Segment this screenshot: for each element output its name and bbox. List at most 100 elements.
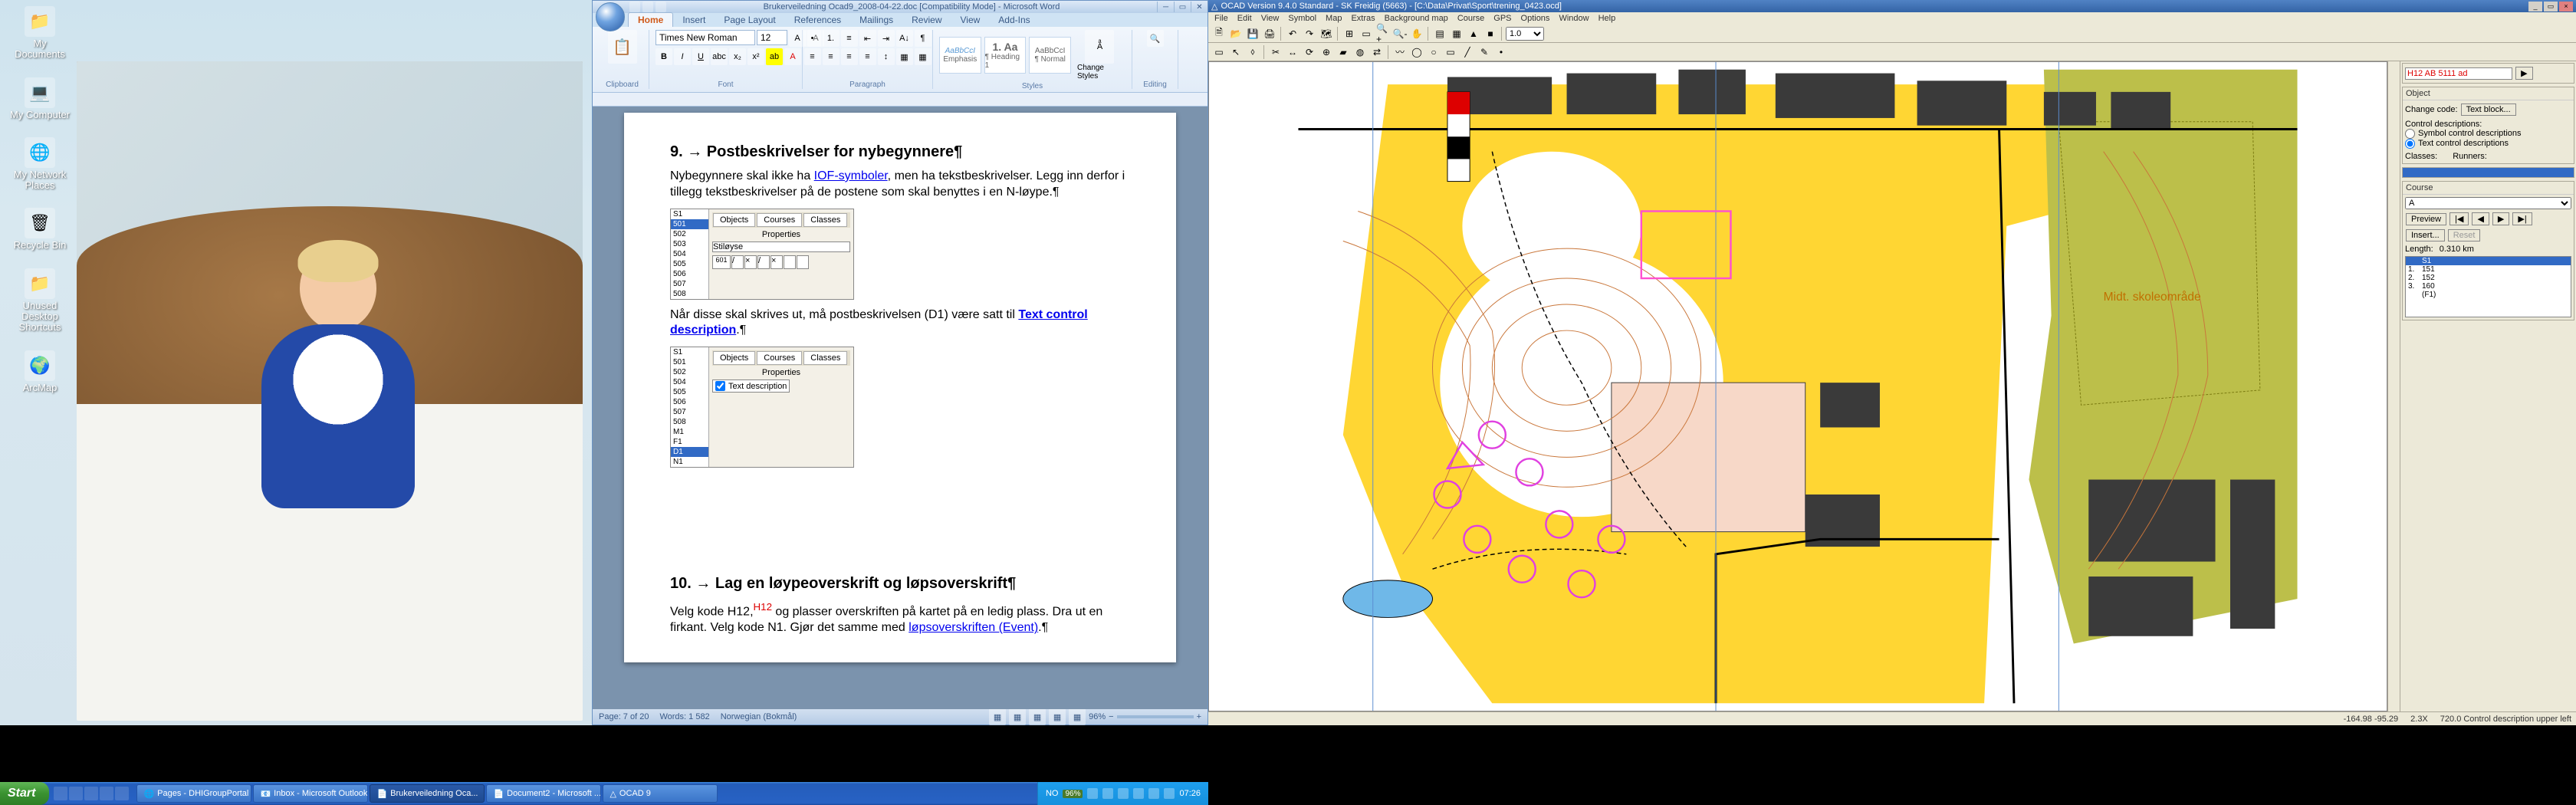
code-box[interactable]: 601	[712, 255, 731, 269]
task-ocad[interactable]: △OCAD 9	[603, 784, 718, 803]
tray-network-icon[interactable]	[1102, 788, 1113, 799]
pan-icon[interactable]: ✋	[1409, 26, 1424, 41]
minimize-button[interactable]: _	[2528, 2, 2542, 12]
minimize-button[interactable]: ─	[1157, 2, 1174, 12]
rect-icon[interactable]: ▭	[1443, 44, 1458, 60]
restore-button[interactable]: ▭	[2544, 2, 2558, 12]
radio-text-cd[interactable]: Text control descriptions	[2405, 139, 2571, 149]
document-page[interactable]: 9. → Postbeskrivelser for nybegynnere¶ N…	[624, 113, 1176, 662]
tab-view[interactable]: View	[951, 13, 990, 27]
change-styles-button[interactable]: Aͣ	[1085, 30, 1114, 64]
prev-button[interactable]: ◀	[2472, 212, 2489, 225]
align-left[interactable]: ≡	[804, 48, 821, 65]
tray-battery-icon[interactable]	[1133, 788, 1144, 799]
clock[interactable]: 07:26	[1179, 789, 1201, 798]
move-tool-icon[interactable]: ↔	[1285, 44, 1300, 60]
style-emphasis[interactable]: AaBbCcIEmphasis	[939, 37, 981, 74]
strike-button[interactable]: abc	[711, 48, 728, 65]
start-button[interactable]: Start	[0, 782, 49, 805]
tab-courses-2[interactable]: Courses	[757, 351, 802, 365]
fill-icon[interactable]: ▰	[1336, 44, 1351, 60]
fit-icon[interactable]: ⊞	[1342, 26, 1357, 41]
next-button[interactable]: ▶	[2492, 212, 2509, 225]
tab-review[interactable]: Review	[902, 13, 951, 27]
map-icon[interactable]: 🗺	[1319, 26, 1334, 41]
symbol-table-icon[interactable]: ▦	[1449, 26, 1464, 41]
underline-button[interactable]: U	[692, 48, 709, 65]
numbering-button[interactable]: 1.	[823, 30, 840, 47]
edit-point-icon[interactable]: ⬨	[1245, 44, 1260, 60]
menu-symbol[interactable]: Symbol	[1288, 14, 1316, 23]
tab-objects[interactable]: Objects	[713, 213, 755, 227]
control-list[interactable]: S1 1.151 2.152 3.160 (F1)	[2405, 256, 2571, 317]
borders-button[interactable]: ▦	[915, 48, 932, 65]
icon-recycle-bin[interactable]: 🗑Recycle Bin	[9, 208, 71, 251]
freehand-icon[interactable]: ✎	[1477, 44, 1492, 60]
undo-icon[interactable]	[642, 2, 653, 12]
view-print-layout[interactable]: ▦	[989, 708, 1006, 725]
link-event[interactable]: løpsoverskriften (Event)	[909, 621, 1038, 634]
menu-gps[interactable]: GPS	[1493, 14, 1511, 23]
tab-objects-2[interactable]: Objects	[713, 351, 755, 365]
first-button[interactable]: |◀	[2450, 212, 2469, 225]
point-icon[interactable]: •	[1493, 44, 1509, 60]
select-icon[interactable]: ▭	[1211, 44, 1227, 60]
system-tray[interactable]: NO 96% 07:26	[1037, 782, 1208, 805]
ql-word-icon[interactable]	[115, 787, 129, 800]
tray-updates-icon[interactable]	[1148, 788, 1159, 799]
tray-shield-icon[interactable]	[1118, 788, 1129, 799]
menu-extras[interactable]: Extras	[1351, 14, 1375, 23]
divider-bar[interactable]	[2402, 167, 2574, 178]
zoom-full-icon[interactable]: ▭	[1359, 26, 1374, 41]
reverse-icon[interactable]: ⇄	[1369, 44, 1385, 60]
style-heading1[interactable]: 1. Aa¶ Heading 1	[984, 37, 1027, 74]
tab-addins[interactable]: Add-Ins	[989, 13, 1039, 27]
legend-icon[interactable]: ■	[1483, 26, 1498, 41]
icon-arcmap[interactable]: 🌍ArcMap	[9, 350, 71, 393]
hole-icon[interactable]: ◍	[1352, 44, 1368, 60]
redo-icon[interactable]: ↷	[1302, 26, 1317, 41]
show-marks[interactable]: ¶	[915, 30, 932, 47]
circle-icon[interactable]: ○	[1426, 44, 1441, 60]
tab-home[interactable]: Home	[628, 12, 673, 27]
menu-options[interactable]: Options	[1521, 14, 1550, 23]
find-button[interactable]: 🔍	[1147, 30, 1164, 47]
menu-view[interactable]: View	[1261, 14, 1280, 23]
menu-help[interactable]: Help	[1598, 14, 1616, 23]
symbol-input[interactable]	[2405, 67, 2512, 80]
font-size-combo[interactable]: 12	[757, 30, 787, 45]
line-icon[interactable]: ╱	[1460, 44, 1475, 60]
undo-icon[interactable]: ↶	[1285, 26, 1300, 41]
status-lang[interactable]: Norwegian (Bokmål)	[721, 712, 797, 721]
symbol-go-button[interactable]: ▶	[2515, 67, 2532, 80]
layer-icon[interactable]: ▤	[1432, 26, 1447, 41]
curve-icon[interactable]: 〰	[1392, 44, 1408, 60]
tab-insert[interactable]: Insert	[673, 13, 715, 27]
line-spacing[interactable]: ↕	[878, 48, 895, 65]
align-center[interactable]: ≡	[823, 48, 840, 65]
save-icon[interactable]: 💾	[1245, 26, 1260, 41]
menu-edit[interactable]: Edit	[1237, 14, 1252, 23]
view-full-screen[interactable]: ▦	[1009, 708, 1026, 725]
lang-indicator[interactable]: NO	[1046, 789, 1059, 798]
italic-button[interactable]: I	[674, 48, 691, 65]
status-words[interactable]: Words: 1 582	[659, 712, 709, 721]
ql-ie-icon[interactable]	[69, 787, 83, 800]
tab-page-layout[interactable]: Page Layout	[715, 13, 784, 27]
zoom-in-icon[interactable]: 🔍+	[1375, 26, 1391, 41]
insert-button[interactable]: Insert...	[2406, 229, 2445, 242]
task-word-doc2[interactable]: 📄Document2 - Microsoft ...	[486, 784, 601, 803]
sort-button[interactable]: A↓	[896, 30, 913, 47]
ql-desktop-icon[interactable]	[54, 787, 67, 800]
tab-mailings[interactable]: Mailings	[850, 13, 902, 27]
course-select[interactable]: A	[2405, 197, 2571, 209]
decrease-indent[interactable]: ⇤	[859, 30, 876, 47]
font-name-combo[interactable]: Times New Roman	[656, 30, 755, 45]
tab-classes[interactable]: Classes	[803, 213, 847, 227]
pointer-icon[interactable]: ↖	[1228, 44, 1244, 60]
bullets-button[interactable]: •	[804, 30, 821, 47]
last-button[interactable]: ▶|	[2512, 212, 2532, 225]
vertical-scrollbar[interactable]	[2387, 61, 2400, 711]
ql-outlook-icon[interactable]	[84, 787, 98, 800]
tab-references[interactable]: References	[785, 13, 850, 27]
